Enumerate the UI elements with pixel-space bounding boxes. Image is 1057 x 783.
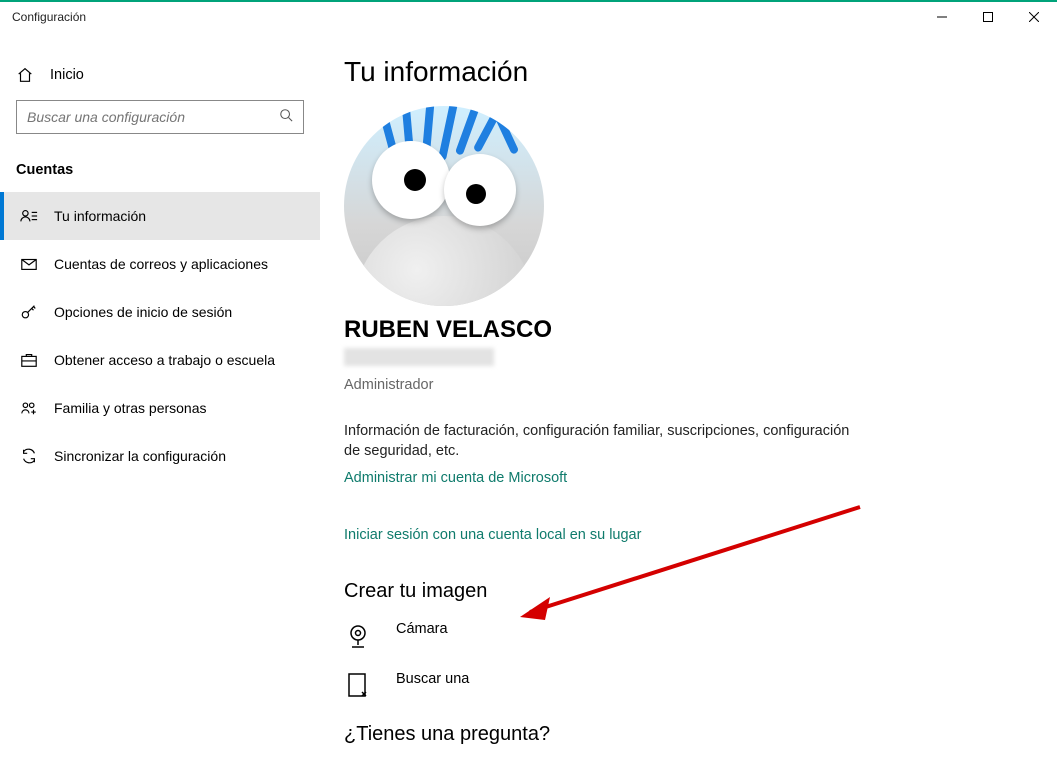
- window-title: Configuración: [12, 10, 86, 24]
- sidebar-item-label: Tu información: [54, 208, 146, 224]
- sidebar-item-label: Sincronizar la configuración: [54, 448, 226, 464]
- manage-account-link[interactable]: Administrar mi cuenta de Microsoft: [344, 470, 567, 486]
- sidebar-item-sync[interactable]: Sincronizar la configuración: [0, 432, 320, 480]
- browse-icon: [344, 671, 372, 699]
- titlebar: Configuración: [0, 2, 1057, 32]
- create-image-header: Crear tu imagen: [344, 580, 1033, 603]
- user-email-redacted: [344, 348, 494, 366]
- key-icon: [20, 303, 38, 321]
- home-nav-item[interactable]: Inicio: [0, 56, 320, 94]
- home-label: Inicio: [50, 67, 84, 83]
- sync-icon: [20, 447, 38, 465]
- sidebar-section-header: Cuentas: [0, 140, 320, 192]
- window-controls: [919, 2, 1057, 32]
- search-field[interactable]: [27, 109, 279, 125]
- sidebar-item-family[interactable]: Familia y otras personas: [0, 384, 320, 432]
- browse-option[interactable]: Buscar una: [344, 671, 1033, 699]
- camera-option-label: Cámara: [396, 621, 448, 637]
- people-add-icon: [20, 399, 38, 417]
- sidebar-item-email-accounts[interactable]: Cuentas de correos y aplicaciones: [0, 240, 320, 288]
- user-role: Administrador: [344, 377, 1033, 393]
- mail-icon: [20, 255, 38, 273]
- user-name: RUBEN VELASCO: [344, 316, 1033, 344]
- browse-option-label: Buscar una: [396, 671, 469, 687]
- main-panel: Tu información RUBEN VELASCO Administrad…: [320, 32, 1057, 783]
- home-icon: [16, 66, 34, 84]
- sidebar-item-work-school[interactable]: Obtener acceso a trabajo o escuela: [0, 336, 320, 384]
- camera-option[interactable]: Cámara: [344, 621, 1033, 649]
- search-input[interactable]: [16, 100, 304, 134]
- question-header: ¿Tienes una pregunta?: [344, 723, 1033, 746]
- sidebar-item-label: Cuentas de correos y aplicaciones: [54, 256, 268, 272]
- camera-icon: [344, 621, 372, 649]
- person-card-icon: [20, 207, 38, 225]
- sidebar-item-label: Opciones de inicio de sesión: [54, 304, 232, 320]
- account-description: Información de facturación, configuració…: [344, 421, 864, 462]
- sidebar: Inicio Cuentas Tu información: [0, 32, 320, 783]
- maximize-button[interactable]: [965, 2, 1011, 32]
- minimize-button[interactable]: [919, 2, 965, 32]
- close-button[interactable]: [1011, 2, 1057, 32]
- sidebar-item-signin-options[interactable]: Opciones de inicio de sesión: [0, 288, 320, 336]
- page-title: Tu información: [344, 56, 1033, 88]
- sidebar-item-your-info[interactable]: Tu información: [0, 192, 320, 240]
- search-icon: [279, 108, 293, 127]
- annotation-arrow: [510, 502, 870, 632]
- sidebar-item-label: Familia y otras personas: [54, 400, 207, 416]
- sidebar-item-label: Obtener acceso a trabajo o escuela: [54, 352, 275, 368]
- briefcase-icon: [20, 351, 38, 369]
- local-account-link[interactable]: Iniciar sesión con una cuenta local en s…: [344, 527, 641, 543]
- avatar: [344, 106, 544, 306]
